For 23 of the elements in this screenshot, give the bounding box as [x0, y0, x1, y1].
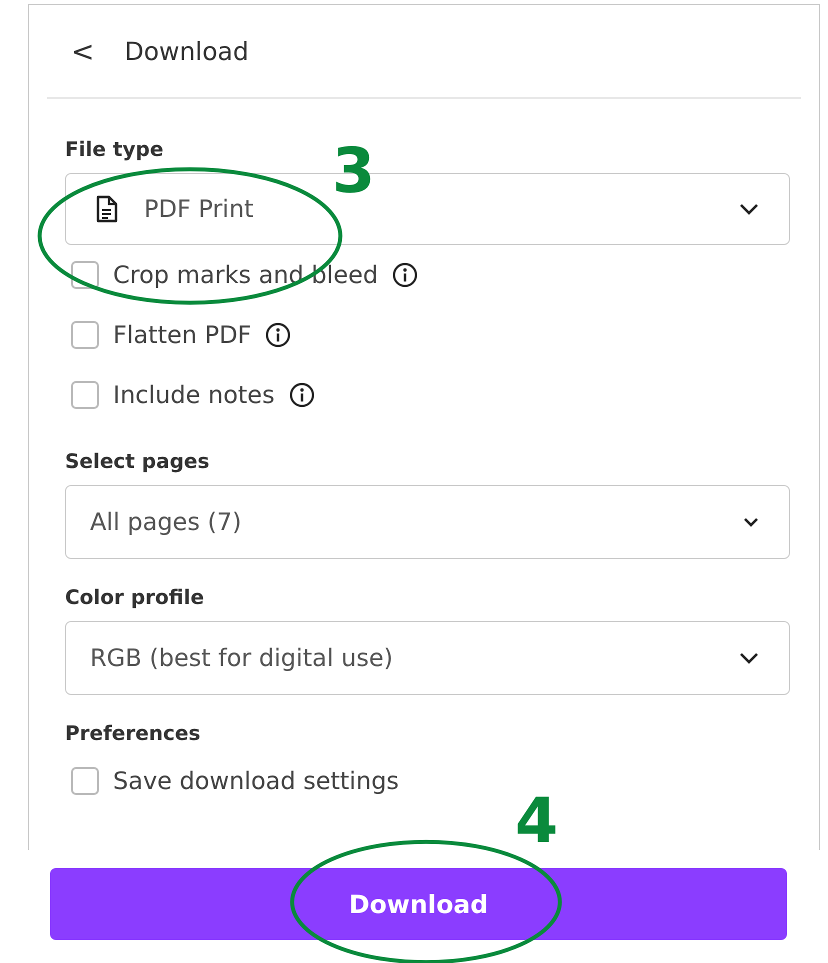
panel-title: Download	[124, 36, 249, 66]
info-icon[interactable]	[265, 322, 292, 348]
checkbox-label: Include notes	[113, 381, 275, 409]
back-button[interactable]: <	[71, 34, 94, 68]
field-label: File type	[65, 137, 164, 161]
checkbox[interactable]	[71, 767, 99, 795]
info-icon[interactable]	[288, 382, 315, 408]
checkbox-label: Flatten PDF	[113, 321, 252, 349]
field-label: Preferences	[65, 721, 202, 745]
chevron-down-icon	[739, 652, 759, 664]
checkbox[interactable]	[71, 381, 99, 409]
annotation-number: 4	[515, 790, 558, 852]
chevron-down-icon	[739, 203, 759, 215]
pages-dropdown[interactable]: All pages (7)	[65, 485, 790, 559]
document-icon	[96, 195, 118, 223]
field-label: Color profile	[65, 585, 206, 609]
checkbox-label: Save download settings	[113, 767, 399, 795]
field-label: Select pages	[65, 449, 210, 473]
info-icon[interactable]	[392, 262, 418, 288]
chevron-down-icon	[743, 517, 759, 527]
download-button[interactable]: Download	[50, 868, 787, 940]
checkbox[interactable]	[71, 321, 99, 349]
color-profile-dropdown[interactable]: RGB (best for digital use)	[65, 621, 790, 695]
